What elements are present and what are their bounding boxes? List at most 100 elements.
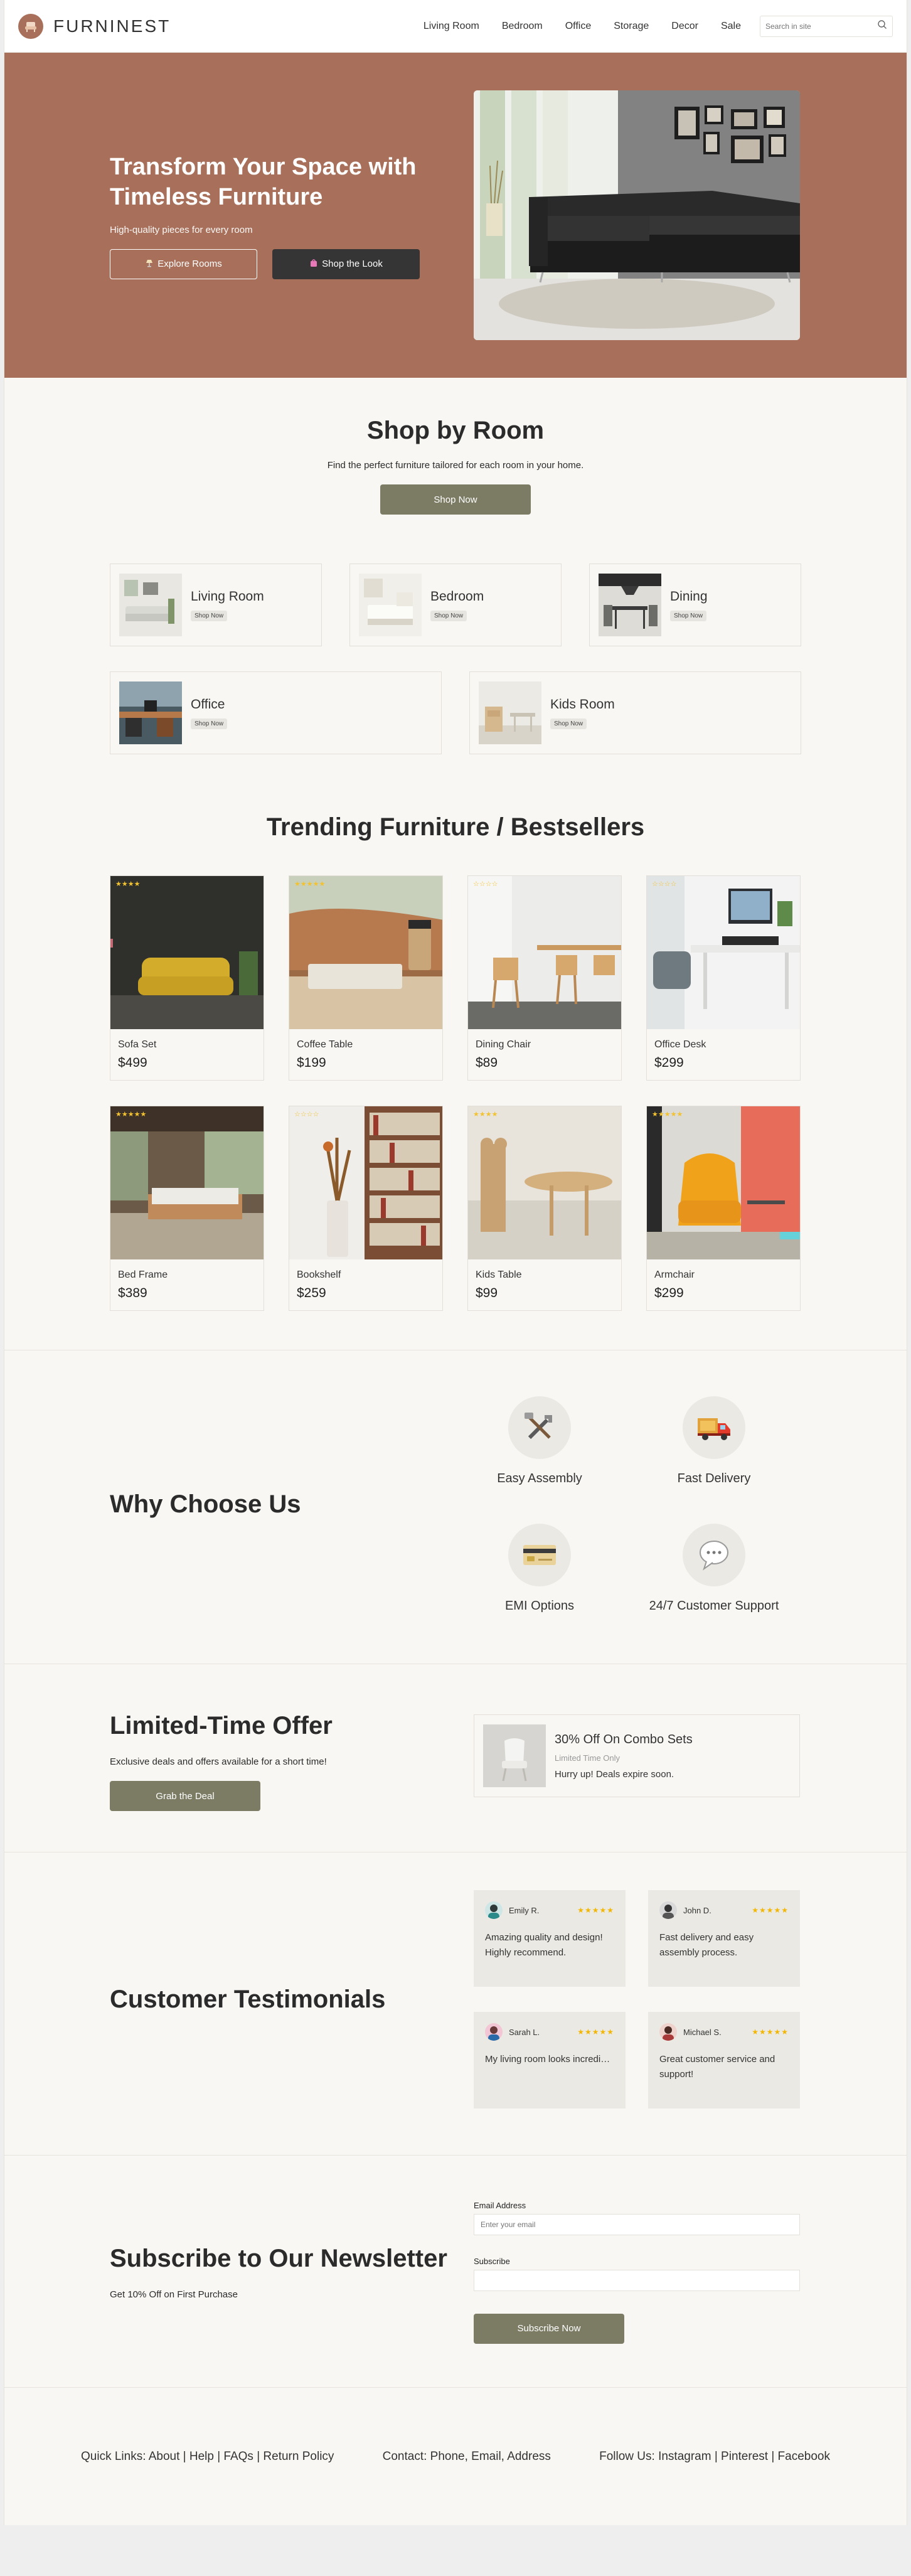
shopping-bag-icon [309, 259, 318, 270]
testimonial-text: Amazing quality and design! Highly recom… [485, 1932, 603, 1958]
newsletter-form: Email Address Subscribe Subscribe Now [474, 2201, 800, 2344]
product-card-bed-frame[interactable]: ★★★★★ Bed Frame $389 [110, 1106, 264, 1311]
search-box [760, 15, 893, 37]
offer-subtitle: Exclusive deals and offers available for… [110, 1756, 327, 1767]
bed-frame-image: ★★★★★ [110, 1106, 264, 1259]
search-icon[interactable] [877, 19, 887, 33]
product-card-dining-chair[interactable]: ☆☆☆☆ Dining Chair $89 [467, 875, 622, 1081]
testimonial-header: John D. ★★★★★ [659, 1901, 789, 1919]
footer-follow-us[interactable]: Follow Us: Instagram | Pinterest | Faceb… [599, 2450, 830, 2464]
offer-card-description: Hurry up! Deals expire soon. [555, 1768, 674, 1780]
room-card-living-room[interactable]: Living Room Shop Now [110, 564, 322, 646]
offer-card-title: 30% Off On Combo Sets [555, 1732, 693, 1746]
hero-subtitle: High-quality pieces for every room [110, 224, 253, 235]
product-name: Dining Chair [476, 1039, 531, 1050]
nav-living-room[interactable]: Living Room [424, 21, 479, 32]
feature-emi-options: EMI Options [452, 1523, 627, 1613]
rating-stars: ★★★★ [473, 1111, 498, 1118]
bookshelf-image: ☆☆☆☆ [289, 1106, 442, 1259]
hero-sofa-image [474, 90, 800, 340]
testimonials-grid: Emily R. ★★★★★ Amazing quality and desig… [474, 1890, 800, 2108]
testimonials-title: Customer Testimonials [110, 1985, 386, 2013]
rating-stars: ☆☆☆☆ [294, 1111, 319, 1118]
offer-title: Limited-Time Offer [110, 1712, 333, 1740]
explore-rooms-button[interactable]: Explore Rooms [110, 249, 258, 279]
product-card-coffee-table[interactable]: ★★★★★ Coffee Table $199 [289, 875, 443, 1081]
testimonial-header: Emily R. ★★★★★ [485, 1901, 614, 1919]
room-shop-now-tag[interactable]: Shop Now [191, 610, 228, 621]
room-shop-now-tag[interactable]: Shop Now [670, 610, 707, 621]
room-name: Living Room [191, 589, 264, 604]
product-card-sofa-set[interactable]: ★★★★ Sofa Set $499 [110, 875, 264, 1081]
rating-stars: ☆☆☆☆ [473, 880, 498, 888]
feature-label: EMI Options [504, 1598, 575, 1613]
room-card-office[interactable]: Office Shop Now [110, 671, 442, 754]
shop-by-room-lead: Find the perfect furniture tailored for … [327, 460, 584, 471]
search-input[interactable] [765, 21, 877, 31]
hero-banner: Transform Your Space with Timeless Furni… [4, 53, 907, 378]
footer-contact[interactable]: Contact: Phone, Email, Address [383, 2450, 551, 2464]
combo-offer-card[interactable]: 30% Off On Combo Sets Limited Time Only … [474, 1714, 800, 1797]
room-shop-now-tag[interactable]: Shop Now [550, 718, 587, 729]
shop-now-button[interactable]: Shop Now [380, 484, 531, 515]
room-card-bedroom[interactable]: Bedroom Shop Now [349, 564, 562, 646]
nav-bedroom[interactable]: Bedroom [502, 21, 543, 32]
product-price: $259 [297, 1286, 326, 1300]
avatar [485, 2023, 503, 2041]
site-header: FURNINEST Living Room Bedroom Office Sto… [4, 0, 907, 53]
shop-by-room-title: Shop by Room [366, 417, 545, 444]
room-name: Office [191, 697, 225, 712]
offer-card-note: Limited Time Only [555, 1753, 621, 1763]
brand-logo[interactable]: FURNINEST [18, 13, 171, 39]
email-input[interactable] [474, 2213, 800, 2235]
truck-icon [683, 1396, 745, 1459]
product-card-bookshelf[interactable]: ☆☆☆☆ Bookshelf $259 [289, 1106, 443, 1311]
avatar [659, 2023, 677, 2041]
room-card-kids-room[interactable]: Kids Room Shop Now [469, 671, 801, 754]
limited-offer-section: Limited-Time Offer Exclusive deals and o… [4, 1664, 907, 1852]
avatar [659, 1901, 677, 1919]
footer-quick-links[interactable]: Quick Links: About | Help | FAQs | Retur… [81, 2450, 334, 2464]
product-card-armchair[interactable]: ★★★★★ Armchair $299 [646, 1106, 801, 1311]
product-price: $299 [654, 1286, 684, 1300]
subscribe-input[interactable] [474, 2269, 800, 2291]
sofa-set-image: ★★★★ [110, 876, 264, 1029]
grab-the-deal-button[interactable]: Grab the Deal [110, 1781, 260, 1811]
product-name: Kids Table [476, 1269, 522, 1280]
combo-chair-image [483, 1724, 546, 1787]
subscribe-now-button[interactable]: Subscribe Now [474, 2313, 624, 2344]
room-name: Dining [670, 589, 708, 604]
tools-icon [508, 1396, 571, 1459]
shop-the-look-button[interactable]: Shop the Look [272, 249, 420, 279]
armchair-image: ★★★★★ [647, 1106, 800, 1259]
product-name: Coffee Table [297, 1039, 353, 1050]
dining-image [599, 574, 661, 636]
testimonial-card: John D. ★★★★★ Fast delivery and easy ass… [648, 1890, 800, 1987]
testimonial-text: Great customer service and support! [659, 2054, 775, 2080]
kids-table-image: ★★★★ [468, 1106, 621, 1259]
nav-storage[interactable]: Storage [614, 21, 649, 32]
product-card-kids-table[interactable]: ★★★★ Kids Table $99 [467, 1106, 622, 1311]
testimonial-name: Michael S. [683, 2027, 722, 2037]
product-card-office-desk[interactable]: ☆☆☆☆ Office Desk $299 [646, 875, 801, 1081]
chair-logo-icon [18, 13, 43, 39]
page: FURNINEST Living Room Bedroom Office Sto… [4, 0, 907, 2525]
room-card-dining[interactable]: Dining Shop Now [589, 564, 801, 646]
testimonial-name: John D. [683, 1905, 711, 1915]
nav-sale[interactable]: Sale [721, 21, 741, 32]
room-name: Bedroom [430, 589, 484, 604]
room-shop-now-tag[interactable]: Shop Now [191, 718, 228, 729]
testimonial-header: Michael S. ★★★★★ [659, 2023, 789, 2041]
nav-office[interactable]: Office [565, 21, 592, 32]
nav-decor[interactable]: Decor [671, 21, 698, 32]
newsletter-intro: Subscribe to Our Newsletter Get 10% Off … [110, 2245, 474, 2300]
product-price: $389 [118, 1286, 147, 1300]
feature-fast-delivery: Fast Delivery [627, 1396, 801, 1486]
room-shop-now-tag[interactable]: Shop Now [430, 610, 467, 621]
product-name: Bed Frame [118, 1269, 168, 1280]
newsletter-subtitle: Get 10% Off on First Purchase [110, 2289, 238, 2300]
product-price: $99 [476, 1286, 498, 1300]
shop-by-room-section: Shop by Room Find the perfect furniture … [4, 378, 907, 813]
subscribe-label: Subscribe [474, 2256, 510, 2266]
testimonial-card: Michael S. ★★★★★ Great customer service … [648, 2012, 800, 2108]
